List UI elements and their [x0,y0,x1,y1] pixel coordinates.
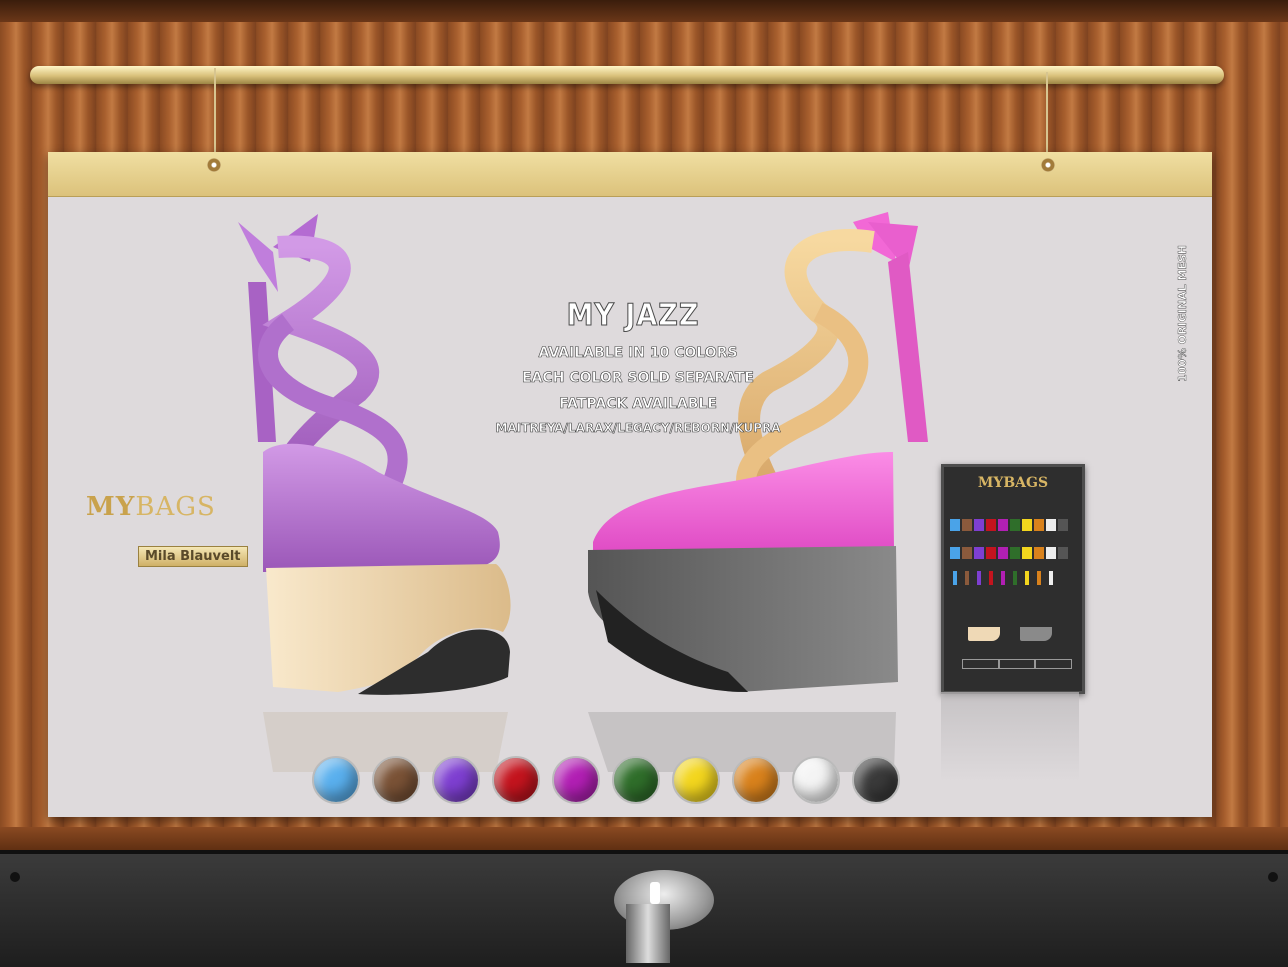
mini-button-3[interactable] [1034,659,1072,669]
separate-line: EACH COLOR SOLD SEPARATE [522,370,755,387]
bolt-right [1268,872,1278,882]
blue-swatch[interactable] [312,756,360,804]
product-poster[interactable]: MY JAZZ AVAILABLE IN 10 COLORS EACH COLO… [48,152,1212,817]
red-swatch[interactable] [492,756,540,804]
mini-color-row-2 [950,547,1076,559]
magenta-swatch[interactable] [552,756,600,804]
mini-vendor-brand: MYBAGS [977,475,1049,491]
brand-bags: BAGS [135,492,216,522]
designer-tag: Mila Blauvelt [138,546,248,567]
black-swatch[interactable] [852,756,900,804]
yellow-swatch[interactable] [672,756,720,804]
mini-grey-platform [1020,627,1052,641]
ceiling-beam [0,0,1288,22]
orange-swatch[interactable] [732,756,780,804]
mini-vendor-reflection [941,692,1079,782]
mini-button-1[interactable] [962,659,1000,669]
hanging-wire-left [214,68,216,160]
mini-cream-platform [968,627,1000,641]
mini-button-2[interactable] [998,659,1036,669]
availability-line: AVAILABLE IN 10 COLORS [538,345,738,362]
brown-swatch[interactable] [372,756,420,804]
bodies-line: MAITREYA/LARAX/LEGACY/REBORN/KUPRA [495,421,781,436]
purple-swatch[interactable] [432,756,480,804]
white-swatch[interactable] [792,756,840,804]
brand-my: MY [86,492,136,522]
brand-logo: MYBAGS [86,492,216,522]
bolt-left [10,872,20,882]
mini-color-row-3 [950,571,1076,585]
product-title: MY JAZZ [566,298,700,334]
color-swatches [312,756,900,804]
hanging-rail [30,66,1224,84]
mini-color-row-1 [950,519,1076,531]
mini-vendor-board[interactable]: MYBAGS [941,464,1085,694]
green-swatch[interactable] [612,756,660,804]
knob-key [650,882,660,904]
knob-stem [626,904,670,963]
fatpack-line: FATPACK AVAILABLE [559,396,717,413]
original-mesh-label: 100% ORIGINAL MESH [1176,245,1189,382]
